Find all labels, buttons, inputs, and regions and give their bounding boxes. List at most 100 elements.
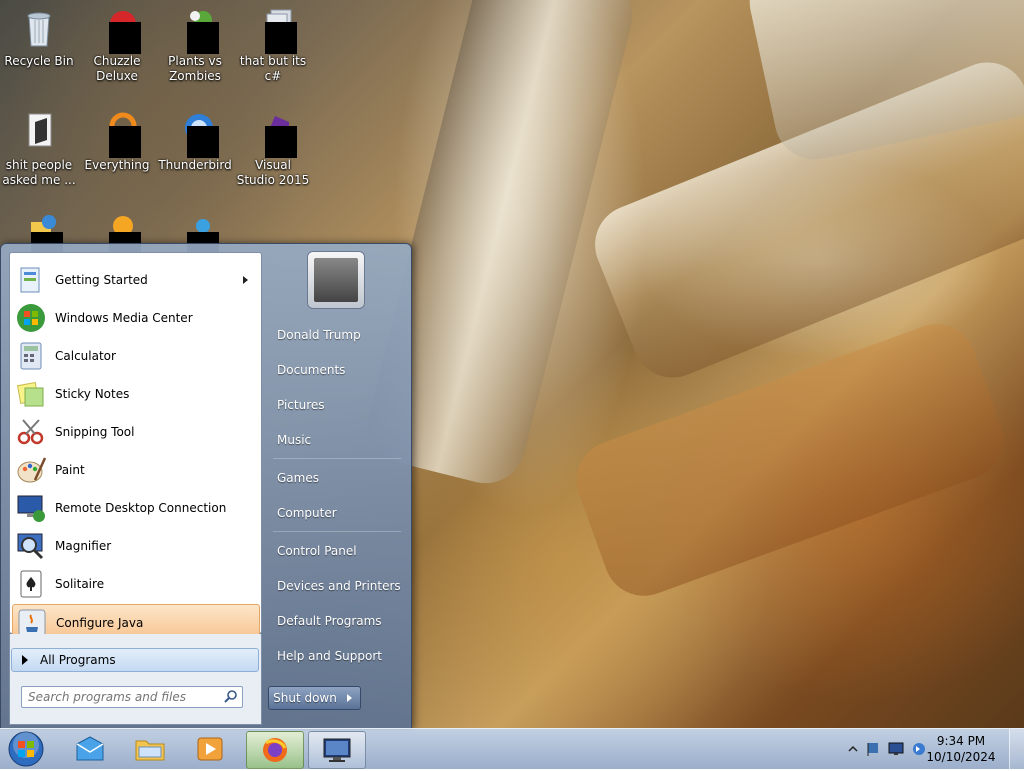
link-documents[interactable]: Documents: [267, 358, 403, 382]
program-label: Sticky Notes: [55, 387, 130, 401]
firefox-icon: [263, 738, 287, 762]
link-default-programs[interactable]: Default Programs: [267, 609, 403, 633]
desktop-icon-label: Chuzzle Deluxe: [93, 54, 141, 83]
program-label: Magnifier: [55, 539, 112, 553]
plants-vs-zombies-icon: [173, 6, 219, 54]
link-label: Computer: [277, 506, 337, 520]
windows-live-mail-icon: [76, 736, 104, 761]
redaction-block: [187, 126, 219, 158]
all-programs-button[interactable]: All Programs: [11, 648, 259, 672]
link-label: Games: [277, 471, 319, 485]
media-player-icon: [197, 737, 223, 761]
program-label: Getting Started: [55, 273, 148, 287]
desktop-icon-plants-vs-zombies[interactable]: Plants vs Zombies: [157, 6, 233, 84]
desktop-icon-label: that but its c#: [239, 54, 307, 83]
redaction-block: [265, 126, 297, 158]
search-icon[interactable]: [224, 689, 238, 706]
shutdown-button[interactable]: Shut down: [268, 686, 342, 710]
shutdown-label: Shut down: [273, 691, 337, 705]
desktop-icon-label: Plants vs Zombies: [168, 54, 222, 83]
avatar: [314, 258, 358, 302]
program-label: Snipping Tool: [55, 425, 135, 439]
clock[interactable]: 9:34 PM 10/10/2024: [926, 733, 996, 765]
redaction-block: [187, 22, 219, 54]
desktop-icon-that-but-its-csharp[interactable]: that but its c#: [235, 6, 311, 84]
link-label: Donald Trump: [277, 328, 361, 342]
link-music[interactable]: Music: [267, 428, 403, 452]
program-label: Windows Media Center: [55, 311, 193, 325]
wallpaper-shape: [565, 313, 1015, 607]
user-account-picture[interactable]: [307, 251, 365, 309]
chevron-right-icon: [347, 694, 352, 702]
system-tray: 9:34 PM 10/10/2024: [844, 729, 1024, 769]
submenu-arrow-icon: [243, 276, 248, 284]
shortcut-icon: [17, 110, 61, 154]
monitor-icon: [323, 738, 351, 762]
link-computer[interactable]: Computer: [267, 501, 403, 525]
link-control-panel[interactable]: Control Panel: [267, 539, 403, 563]
sticky-notes-icon: [15, 378, 47, 410]
program-snipping-tool[interactable]: Snipping Tool: [12, 414, 258, 450]
clock-time: 9:34 PM: [936, 734, 986, 748]
taskbar-button-explorer[interactable]: [122, 731, 178, 767]
link-label: Devices and Printers: [277, 579, 401, 593]
chuzzle-icon: [95, 6, 141, 54]
link-label: Control Panel: [277, 544, 357, 558]
show-desktop-button[interactable]: [1009, 729, 1024, 769]
program-remote-desktop[interactable]: Remote Desktop Connection: [12, 490, 258, 526]
divider: [273, 458, 401, 459]
link-pictures[interactable]: Pictures: [267, 393, 403, 417]
desktop-icon-label: shit people asked me ...: [2, 158, 76, 187]
link-help-and-support[interactable]: Help and Support: [267, 644, 403, 668]
link-label: Default Programs: [277, 614, 382, 628]
taskbar-button-mail[interactable]: [62, 731, 118, 767]
desktop-icon-label: Recycle Bin: [4, 54, 74, 68]
redaction-block: [109, 22, 141, 54]
calculator-icon: [15, 340, 47, 372]
network-icon[interactable]: [888, 741, 906, 760]
link-games[interactable]: Games: [267, 466, 403, 490]
desktop-icon-everything[interactable]: Everything: [79, 110, 155, 173]
remote-desktop-icon: [15, 492, 47, 524]
taskbar-button-monitor[interactable]: [308, 731, 366, 769]
program-label: Paint: [55, 463, 85, 477]
desktop-icon-recycle-bin[interactable]: Recycle Bin: [1, 6, 77, 69]
start-menu: Getting Started Windows Media Center Cal…: [0, 243, 412, 730]
flag-icon[interactable]: [866, 741, 882, 760]
expand-arrow-icon: [22, 655, 28, 665]
stacked-windows-icon: [251, 6, 297, 54]
magnifier-icon: [15, 530, 47, 562]
program-label: Solitaire: [55, 577, 105, 591]
program-paint[interactable]: Paint: [12, 452, 258, 488]
shutdown-options-button[interactable]: [340, 686, 361, 710]
program-magnifier[interactable]: Magnifier: [12, 528, 258, 564]
desktop-icon-thunderbird[interactable]: Thunderbird: [157, 110, 233, 173]
link-label: Documents: [277, 363, 346, 377]
desktop-icon-chuzzle[interactable]: Chuzzle Deluxe: [79, 6, 155, 84]
program-windows-media-center[interactable]: Windows Media Center: [12, 300, 258, 336]
desktop-icon-visual-studio[interactable]: Visual Studio 2015: [235, 110, 311, 188]
start-button[interactable]: [6, 730, 46, 768]
desktop-icon-label: Visual Studio 2015: [236, 158, 310, 187]
link-label: Music: [277, 433, 312, 447]
desktop-icon-label: Thunderbird: [158, 158, 232, 172]
desktop-icon-shit-people-asked-me[interactable]: shit people asked me ...: [1, 110, 77, 188]
program-calculator[interactable]: Calculator: [12, 338, 258, 374]
program-getting-started[interactable]: Getting Started: [12, 262, 258, 298]
getting-started-icon: [15, 264, 47, 296]
link-user-folder[interactable]: Donald Trump: [267, 323, 403, 347]
search-input[interactable]: [26, 687, 220, 707]
link-devices-and-printers[interactable]: Devices and Printers: [267, 574, 403, 598]
desktop-icon-label: Everything: [84, 158, 150, 172]
program-label: Configure Java: [56, 616, 144, 630]
snipping-tool-icon: [15, 416, 47, 448]
taskbar-button-firefox[interactable]: [246, 731, 304, 769]
show-hidden-icons-icon[interactable]: [848, 743, 858, 757]
start-menu-programs-pane: Getting Started Windows Media Center Cal…: [9, 252, 262, 642]
taskbar-button-media-player[interactable]: [182, 731, 238, 767]
link-label: Help and Support: [277, 649, 382, 663]
taskbar: 9:34 PM 10/10/2024: [0, 728, 1024, 769]
program-solitaire[interactable]: Solitaire: [12, 566, 258, 602]
search-box[interactable]: [21, 686, 243, 708]
program-sticky-notes[interactable]: Sticky Notes: [12, 376, 258, 412]
